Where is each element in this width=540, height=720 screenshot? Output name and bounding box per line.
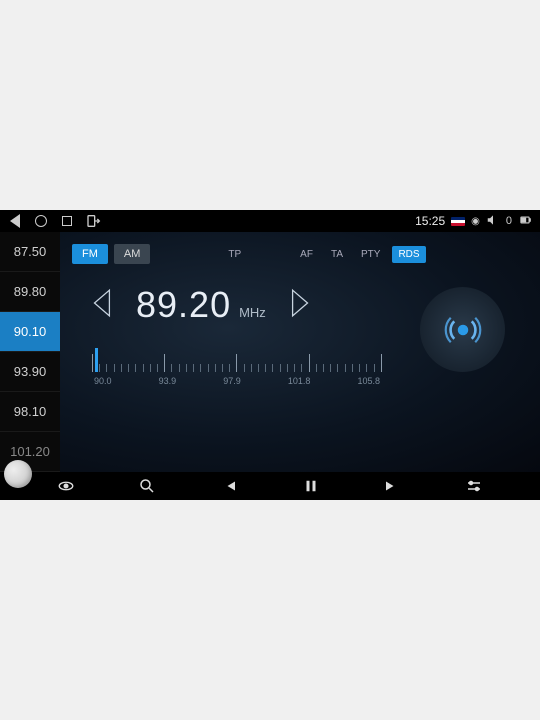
bottom-toolbar: [0, 472, 540, 500]
exit-icon[interactable]: [86, 213, 102, 229]
location-icon: ◉: [471, 216, 480, 227]
volume-level: 0: [506, 215, 512, 227]
preset-2[interactable]: 89.80: [0, 272, 60, 312]
volume-icon[interactable]: [486, 213, 500, 230]
am-band-button[interactable]: AM: [114, 244, 151, 264]
search-button[interactable]: [138, 477, 156, 495]
assistive-touch-button[interactable]: [4, 460, 32, 488]
frequency-unit: MHz: [239, 305, 266, 320]
scan-button[interactable]: [57, 477, 75, 495]
pause-button[interactable]: [302, 477, 320, 495]
pty-toggle[interactable]: PTY: [355, 246, 386, 263]
status-bar: 15:25 ◉ 0: [0, 210, 540, 232]
preset-4[interactable]: 93.90: [0, 352, 60, 392]
af-toggle[interactable]: AF: [294, 246, 319, 263]
dial-label: 105.8: [357, 376, 380, 386]
station-logo-button[interactable]: [420, 287, 505, 372]
recents-nav-icon[interactable]: [60, 214, 74, 228]
dial-label: 90.0: [94, 376, 112, 386]
ta-toggle[interactable]: TA: [325, 246, 349, 263]
preset-1[interactable]: 87.50: [0, 232, 60, 272]
tune-down-button[interactable]: [90, 287, 116, 324]
dial-label: 101.8: [288, 376, 311, 386]
previous-button[interactable]: [220, 477, 238, 495]
equalizer-button[interactable]: [465, 477, 483, 495]
tune-up-button[interactable]: [286, 287, 312, 324]
frequency-display: 89.20 MHz: [136, 284, 266, 326]
home-nav-icon[interactable]: [34, 214, 48, 228]
dial-label: 97.9: [223, 376, 241, 386]
dial-label: 93.9: [159, 376, 177, 386]
battery-icon: [518, 213, 532, 230]
locale-flag-icon: [451, 217, 465, 226]
tp-toggle[interactable]: TP: [222, 246, 247, 263]
next-button[interactable]: [383, 477, 401, 495]
preset-3[interactable]: 90.10: [0, 312, 60, 352]
clock: 15:25: [415, 214, 445, 228]
preset-5[interactable]: 98.10: [0, 392, 60, 432]
fm-band-button[interactable]: FM: [72, 244, 108, 264]
tuner-panel: FM AM TP AF TA PTY RDS 89.20 MHz: [60, 232, 540, 472]
radio-head-unit: 15:25 ◉ 0 87.50 89.80 90.10 93.90 98.10 …: [0, 210, 540, 500]
preset-list: 87.50 89.80 90.10 93.90 98.10 101.20: [0, 232, 60, 472]
rds-toggle[interactable]: RDS: [392, 246, 425, 263]
frequency-dial[interactable]: 90.0 93.9 97.9 101.8 105.8: [92, 344, 382, 394]
frequency-value: 89.20: [136, 284, 231, 326]
back-nav-icon[interactable]: [8, 214, 22, 228]
